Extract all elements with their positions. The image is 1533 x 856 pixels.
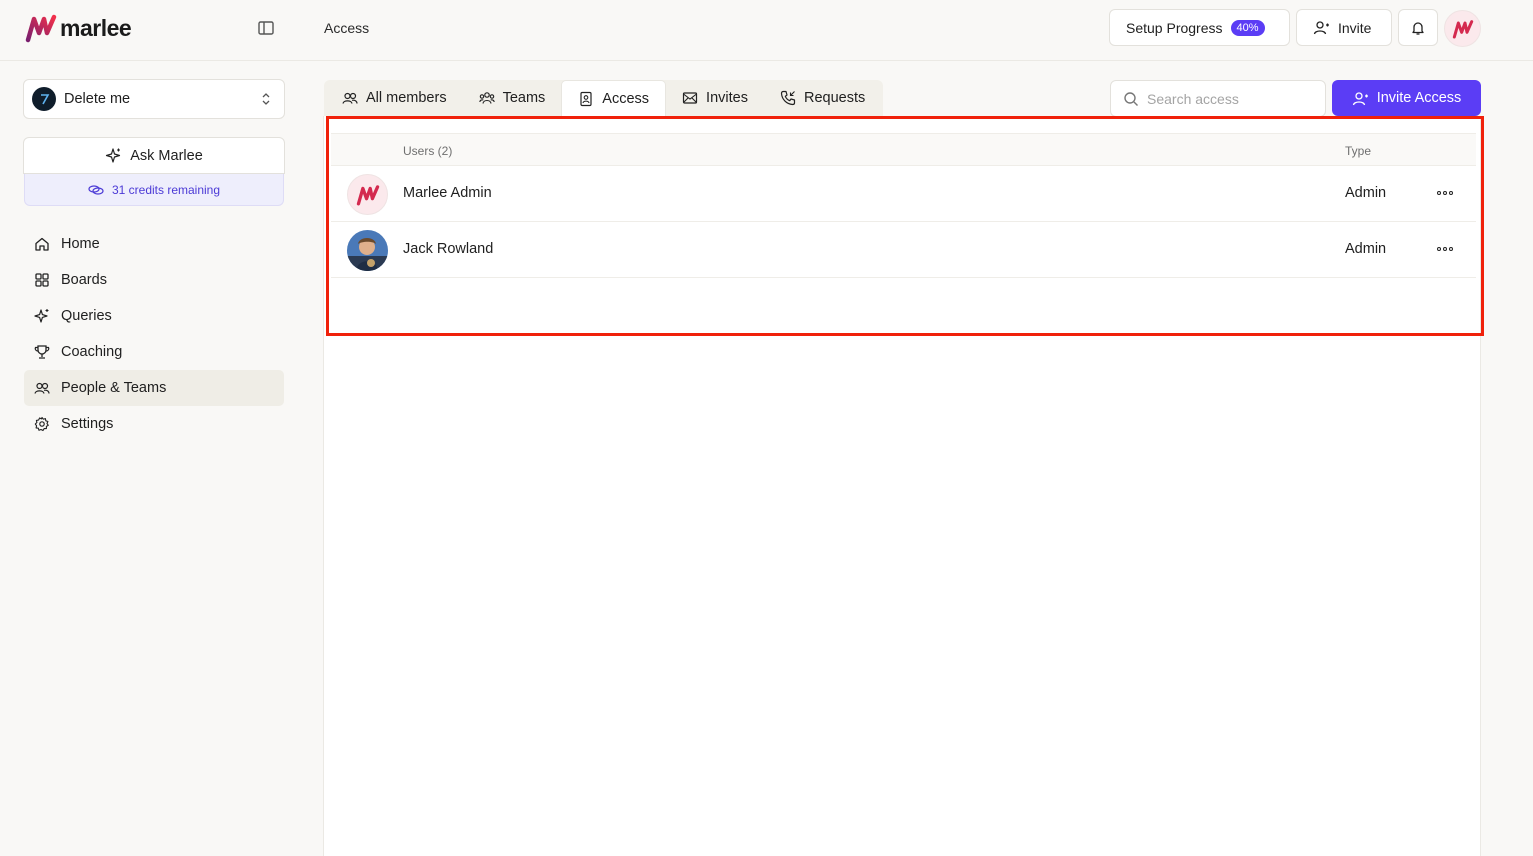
ask-marlee-button[interactable]: Ask Marlee	[23, 137, 285, 174]
sidebar-item-label: Coaching	[61, 344, 123, 360]
workspace-avatar	[32, 87, 56, 111]
dot	[1443, 191, 1447, 195]
user-type: Admin	[1345, 241, 1387, 257]
breadcrumb: Access	[324, 20, 370, 36]
invite-access-button[interactable]: Invite Access	[1332, 80, 1481, 116]
sidebar-item-label: Queries	[61, 308, 112, 324]
grid-icon	[35, 273, 49, 287]
people-icon	[34, 382, 50, 394]
top-bar: marlee Access Setup Progress 40% Invite	[0, 0, 1533, 61]
setup-progress-button[interactable]: Setup Progress 40%	[1109, 9, 1290, 46]
notifications-button[interactable]	[1398, 9, 1438, 46]
tab-teams[interactable]: Teams	[463, 80, 562, 116]
more-options-button[interactable]	[1434, 240, 1456, 258]
sidebar-item-coaching[interactable]: Coaching	[24, 334, 284, 370]
sidebar-item-label: Settings	[61, 416, 114, 432]
dot	[1449, 191, 1453, 195]
tab-bar: All members Teams Access Invites Request…	[324, 80, 884, 116]
column-type: Type	[1345, 144, 1372, 158]
marlee-logo-icon	[356, 184, 379, 205]
user-type: Admin	[1345, 185, 1387, 201]
tab-label: Access	[602, 90, 650, 107]
users-icon	[342, 92, 358, 104]
sidebar-item-queries[interactable]: Queries	[24, 298, 284, 334]
credits-banner: 31 credits remaining	[24, 174, 284, 206]
invite-access-label: Invite Access	[1376, 90, 1462, 106]
tab-label: All members	[366, 90, 447, 106]
dot	[1449, 247, 1453, 251]
profile-photo-icon	[347, 230, 388, 271]
sidebar-item-label: Boards	[61, 272, 107, 288]
team-icon	[478, 92, 495, 104]
tab-invites[interactable]: Invites	[666, 80, 764, 116]
tab-requests[interactable]: Requests	[764, 80, 881, 116]
workspace-name: Delete me	[64, 91, 131, 107]
setup-progress-badge: 40%	[1230, 19, 1265, 36]
user-plus-icon	[1313, 21, 1329, 35]
sidebar-nav: Home Boards Queries Coaching People & Te…	[24, 226, 284, 442]
tab-label: Invites	[706, 90, 748, 106]
sidebar-item-boards[interactable]: Boards	[24, 262, 284, 298]
search-box[interactable]	[1110, 80, 1326, 117]
avatar	[347, 230, 388, 271]
sidebar-item-settings[interactable]: Settings	[24, 406, 284, 442]
dot	[1437, 191, 1441, 195]
sidebar-item-home[interactable]: Home	[24, 226, 284, 262]
sidebar-item-label: People & Teams	[61, 380, 167, 396]
avatar	[347, 174, 388, 215]
sidebar-toggle-icon[interactable]	[257, 19, 275, 37]
tab-label: Requests	[803, 90, 866, 106]
invite-label: Invite	[1338, 19, 1372, 36]
tab-access[interactable]: Access	[561, 80, 667, 116]
more-options-button[interactable]	[1434, 184, 1456, 202]
table-row[interactable]: Marlee Admin Admin	[331, 166, 1476, 222]
search-icon	[1124, 91, 1138, 106]
phone-icon	[780, 90, 796, 106]
user-name: Jack Rowland	[403, 241, 494, 257]
marlee-logo-icon	[1452, 19, 1473, 38]
sparkle-icon	[106, 148, 121, 163]
tab-all-members[interactable]: All members	[326, 80, 463, 116]
badge-icon	[580, 91, 592, 106]
tab-label: Teams	[502, 90, 546, 106]
dot	[1443, 247, 1447, 251]
ask-marlee-label: Ask Marlee	[130, 147, 203, 164]
setup-progress-label: Setup Progress	[1126, 19, 1223, 36]
brand-logo[interactable]: marlee	[25, 13, 132, 43]
bell-icon	[1412, 21, 1424, 35]
user-plus-icon	[1352, 91, 1368, 105]
coins-icon	[88, 184, 104, 195]
column-users: Users (2)	[403, 144, 453, 158]
credits-text: 31 credits remaining	[111, 182, 221, 197]
brand-name: marlee	[60, 14, 132, 41]
table-row[interactable]: Jack Rowland Admin	[331, 222, 1476, 278]
chevron-updown-icon	[262, 93, 270, 105]
dot	[1437, 247, 1441, 251]
workspace-selector[interactable]: Delete me	[23, 79, 285, 119]
invite-button[interactable]: Invite	[1296, 9, 1392, 46]
user-avatar[interactable]	[1444, 10, 1481, 47]
marlee-logo-icon	[25, 14, 57, 43]
user-name: Marlee Admin	[403, 185, 492, 201]
sidebar-item-label: Home	[61, 236, 100, 252]
mail-icon	[682, 92, 698, 104]
gear-icon	[34, 416, 49, 432]
workspace-logo-icon	[41, 94, 50, 105]
home-icon	[35, 237, 49, 251]
table-header: Users (2) Type	[331, 133, 1476, 166]
sidebar-item-people-teams[interactable]: People & Teams	[24, 370, 284, 406]
sparkle-icon	[34, 309, 49, 323]
trophy-icon	[34, 345, 50, 359]
search-input[interactable]	[1147, 90, 1307, 107]
